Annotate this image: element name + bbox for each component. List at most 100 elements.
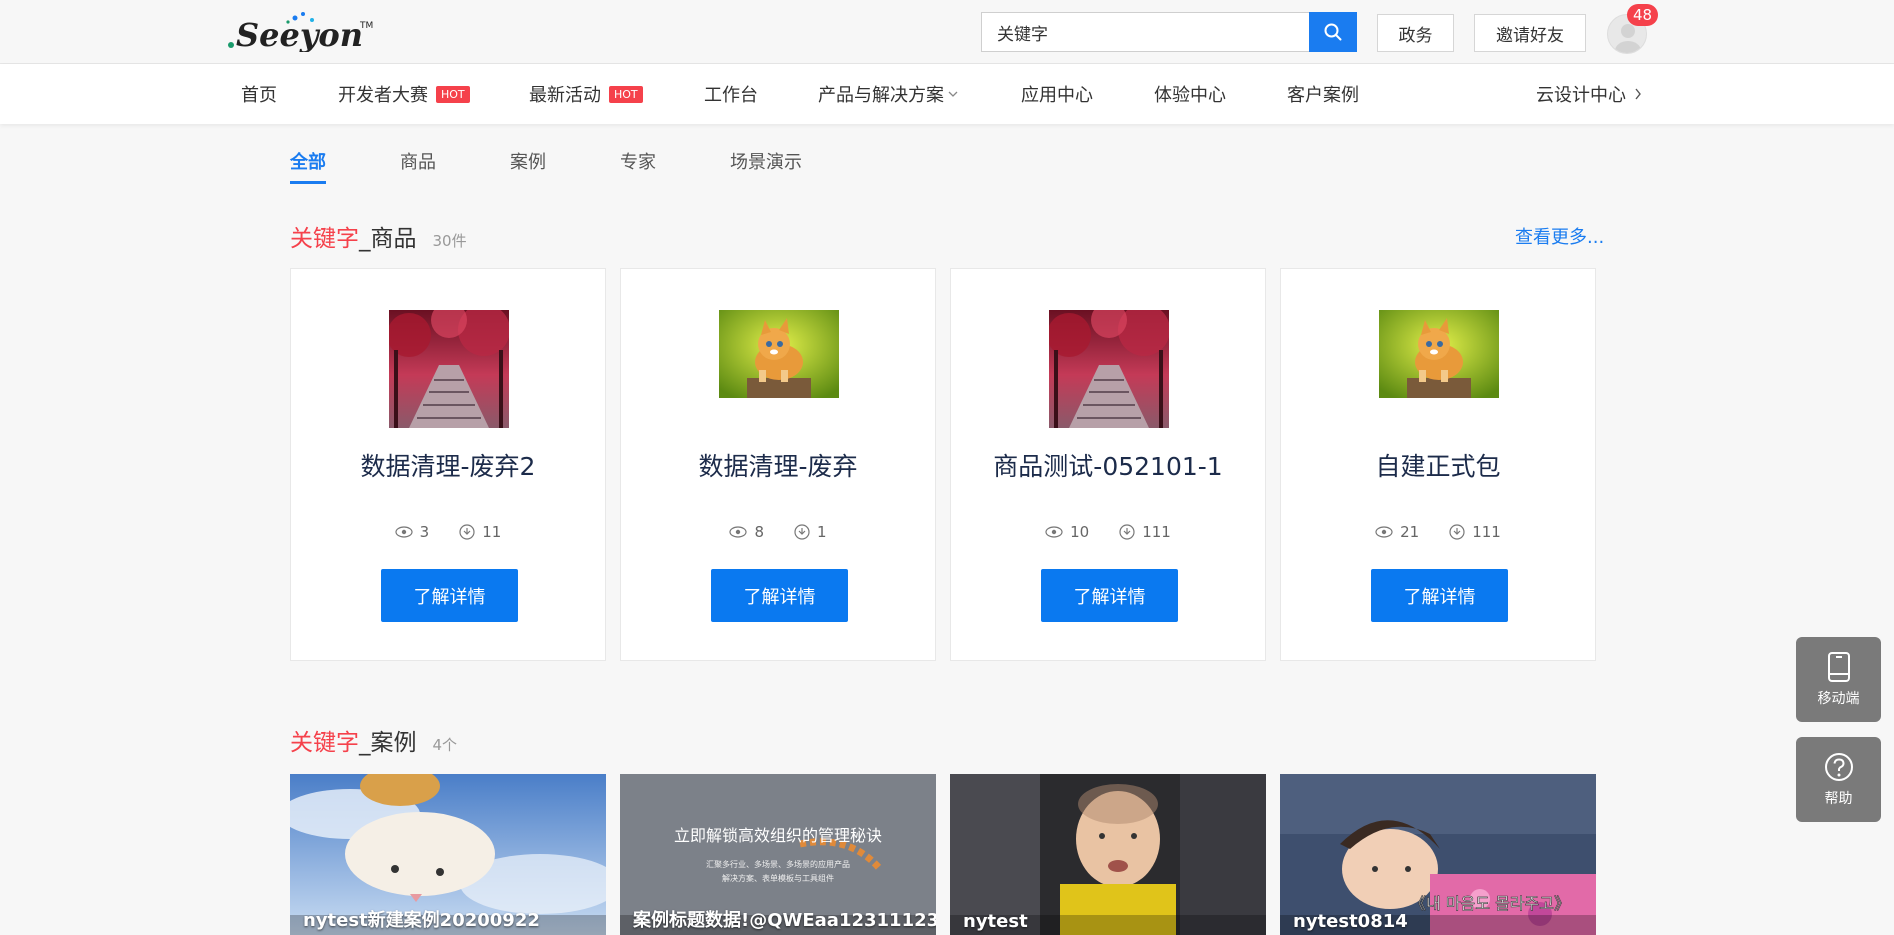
section-count: 30件 xyxy=(432,232,467,250)
nav-label: 客户案例 xyxy=(1287,85,1359,106)
tab-products[interactable]: 商品 xyxy=(400,148,436,174)
case-card[interactable]: nytest xyxy=(950,774,1266,935)
product-title: 数据清理-废弃2 xyxy=(360,452,536,481)
search-input[interactable] xyxy=(982,13,1312,51)
case-title: nytest新建案例20200922 xyxy=(303,910,540,931)
eye-icon xyxy=(1045,526,1063,538)
top-header: Seeyon TM 政务 邀请好友 48 xyxy=(0,0,1894,64)
product-card[interactable]: 自建正式包 21 111 了解详情 xyxy=(1280,268,1596,661)
product-stats: 3 11 xyxy=(291,523,605,541)
notification-badge[interactable]: 48 xyxy=(1627,4,1659,26)
nav-cloud-design-center[interactable]: 云设计中心 xyxy=(1536,64,1642,124)
eye-icon xyxy=(729,526,748,538)
nav-label: 体验中心 xyxy=(1154,85,1226,106)
search-box xyxy=(981,12,1357,52)
download-count: 111 xyxy=(1142,523,1171,541)
eye-icon xyxy=(395,526,413,538)
logo-wordmark: Seeyon xyxy=(236,16,363,52)
product-title: 自建正式包 xyxy=(1375,452,1501,481)
section-suffix: _商品 xyxy=(359,226,417,252)
case-overlay-subtitle: 解决方案、表单模板与工具组件 xyxy=(722,873,834,883)
tab-cases[interactable]: 案例 xyxy=(510,148,546,174)
mobile-button[interactable]: 移动端 xyxy=(1796,637,1881,722)
nav-dev-contest[interactable]: 开发者大赛 HOT xyxy=(338,64,470,124)
learn-more-button[interactable]: 了解详情 xyxy=(1371,569,1508,622)
nav-home[interactable]: 首页 xyxy=(241,64,277,124)
learn-more-button[interactable]: 了解详情 xyxy=(1041,569,1178,622)
active-tab-indicator xyxy=(290,181,326,184)
learn-more-button[interactable]: 了解详情 xyxy=(711,569,848,622)
help-button[interactable]: 帮助 xyxy=(1796,737,1881,822)
view-count: 21 xyxy=(1400,523,1420,541)
seeyon-logo[interactable]: Seeyon TM xyxy=(224,8,374,54)
view-count: 3 xyxy=(419,523,430,541)
mobile-phone-icon xyxy=(1827,651,1850,682)
cases-section-title: 关键字_案例 4个 xyxy=(290,723,457,757)
nav-customer-cases[interactable]: 客户案例 xyxy=(1287,64,1359,124)
view-more-link[interactable]: 查看更多... xyxy=(1515,223,1604,249)
keyword-highlight: 关键字 xyxy=(290,226,359,252)
view-count: 8 xyxy=(754,523,764,541)
product-stats: 21 111 xyxy=(1281,523,1595,541)
tab-experts[interactable]: 专家 xyxy=(620,148,656,174)
case-title: nytest xyxy=(963,911,1028,932)
search-button[interactable] xyxy=(1309,12,1357,52)
nav-label: 开发者大赛 xyxy=(338,85,428,106)
hot-badge: HOT xyxy=(436,85,470,103)
case-card[interactable]: nytest新建案例20200922 xyxy=(290,774,606,935)
download-icon xyxy=(794,524,810,540)
case-card[interactable]: 《내 마음도 몰라주고》 nytest0814 xyxy=(1280,774,1596,935)
product-card[interactable]: 数据清理-废弃 8 1 了解详情 xyxy=(620,268,936,661)
svg-text:TM: TM xyxy=(359,21,373,31)
case-overlay-caption: 《내 마음도 몰라주고》 xyxy=(1410,894,1570,913)
download-count: 111 xyxy=(1472,523,1501,541)
nav-label: 应用中心 xyxy=(1021,85,1093,106)
help-label: 帮助 xyxy=(1824,790,1853,807)
search-icon xyxy=(1324,23,1342,41)
invite-friends-button[interactable]: 邀请好友 xyxy=(1474,14,1586,52)
case-overlay-title: 立即解锁高效组织的管理秘诀 xyxy=(674,826,882,845)
product-image xyxy=(1049,310,1169,428)
hot-badge: HOT xyxy=(609,85,643,103)
product-stats: 8 1 xyxy=(621,523,935,541)
keyword-highlight: 关键字 xyxy=(290,730,359,756)
help-icon xyxy=(1824,752,1853,781)
main-nav: 首页 开发者大赛 HOT 最新活动 HOT 工作台 产品与解决方案 应用中心 体验中… xyxy=(0,64,1894,124)
nav-latest-events[interactable]: 最新活动 HOT xyxy=(529,64,643,124)
learn-more-button[interactable]: 了解详情 xyxy=(381,569,518,622)
nav-workbench[interactable]: 工作台 xyxy=(704,64,758,124)
gov-button[interactable]: 政务 xyxy=(1377,14,1454,52)
case-title: 案例标题数据!@QWEaa123111234 xyxy=(633,910,936,931)
nav-label: 工作台 xyxy=(704,85,758,106)
nav-label: 最新活动 xyxy=(529,85,601,106)
product-card[interactable]: 商品测试-052101-1 10 111 了解详情 xyxy=(950,268,1266,661)
section-suffix: _案例 xyxy=(359,730,417,756)
chevron-down-icon xyxy=(948,91,958,97)
chevron-right-icon xyxy=(1635,88,1641,100)
product-image xyxy=(389,310,509,428)
tab-all[interactable]: 全部 xyxy=(290,148,326,174)
nav-app-center[interactable]: 应用中心 xyxy=(1021,64,1093,124)
case-card[interactable]: 立即解锁高效组织的管理秘诀 汇聚多行业、多场景、多场景的应用产品 解决方案、表单… xyxy=(620,774,936,935)
download-count: 11 xyxy=(482,523,502,541)
products-section-title: 关键字_商品 30件 xyxy=(290,219,467,253)
nav-experience-center[interactable]: 体验中心 xyxy=(1154,64,1226,124)
eye-icon xyxy=(1375,526,1393,538)
download-icon xyxy=(459,524,475,540)
product-title: 商品测试-052101-1 xyxy=(993,452,1223,481)
section-count: 4个 xyxy=(432,736,458,754)
download-icon xyxy=(1119,524,1135,540)
case-title: nytest0814 xyxy=(1293,911,1408,932)
tab-scene-demo[interactable]: 场景演示 xyxy=(730,148,802,174)
product-image xyxy=(1379,310,1499,398)
mobile-label: 移动端 xyxy=(1817,690,1860,707)
nav-products-solutions[interactable]: 产品与解决方案 xyxy=(818,64,958,124)
case-overlay-subtitle: 汇聚多行业、多场景、多场景的应用产品 xyxy=(706,859,850,869)
nav-label: 产品与解决方案 xyxy=(818,85,944,106)
product-image xyxy=(719,310,839,398)
product-title: 数据清理-废弃 xyxy=(698,452,858,481)
product-stats: 10 111 xyxy=(951,523,1265,541)
nav-label: 首页 xyxy=(241,85,277,106)
nav-label: 云设计中心 xyxy=(1536,85,1626,106)
product-card[interactable]: 数据清理-废弃2 3 11 了解详情 xyxy=(290,268,606,661)
